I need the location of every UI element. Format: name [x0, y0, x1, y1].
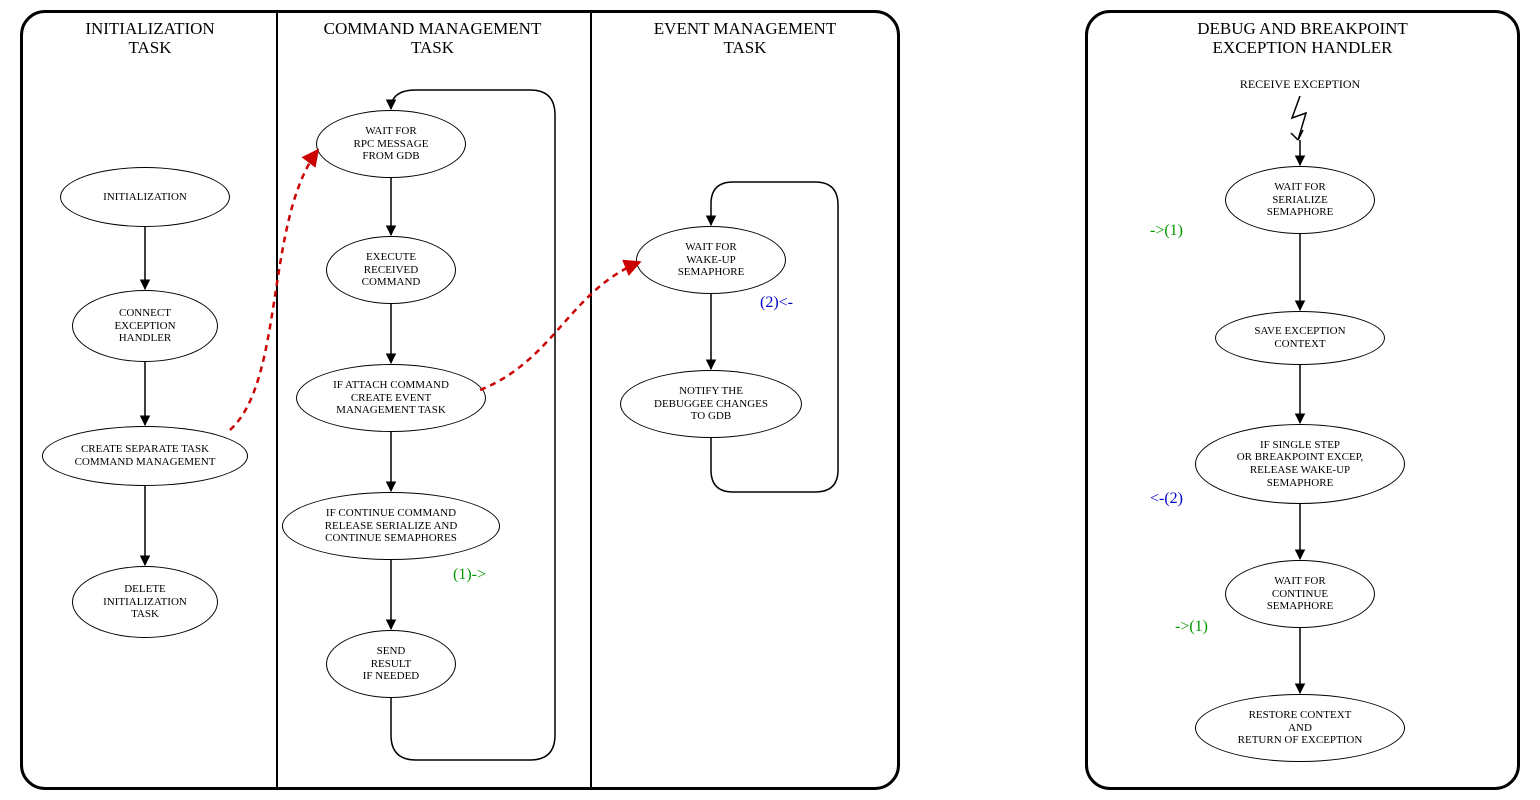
col-title-init: INITIALIZATION TASK — [30, 20, 270, 57]
col-divider-1 — [276, 13, 278, 787]
right-title: DEBUG AND BREAKPOINT EXCEPTION HANDLER — [1095, 20, 1510, 57]
marker-1-in-b: ->(1) — [1175, 618, 1208, 636]
right-panel — [1085, 10, 1520, 790]
node-init4: DELETE INITIALIZATION TASK — [72, 566, 218, 638]
node-cmd5: SEND RESULT IF NEEDED — [326, 630, 456, 698]
marker-1-out: (1)-> — [453, 566, 486, 584]
node-dbg3: IF SINGLE STEP OR BREAKPOINT EXCEP, RELE… — [1195, 424, 1405, 504]
node-cmd3: IF ATTACH COMMAND CREATE EVENT MANAGEMEN… — [296, 364, 486, 432]
col-title-cmd: COMMAND MANAGEMENT TASK — [280, 20, 585, 57]
node-dbg5: RESTORE CONTEXT AND RETURN OF EXCEPTION — [1195, 694, 1405, 762]
node-init1: INITIALIZATION — [60, 167, 230, 227]
col-divider-2 — [590, 13, 592, 787]
node-cmd1: WAIT FOR RPC MESSAGE FROM GDB — [316, 110, 466, 178]
node-dbg2: SAVE EXCEPTION CONTEXT — [1215, 311, 1385, 365]
node-cmd2: EXECUTE RECEIVED COMMAND — [326, 236, 456, 304]
marker-2-in: (2)<- — [760, 294, 793, 312]
node-init2: CONNECT EXCEPTION HANDLER — [72, 290, 218, 362]
node-cmd4: IF CONTINUE COMMAND RELEASE SERIALIZE AN… — [282, 492, 500, 560]
receive-exception-label: RECEIVE EXCEPTION — [1200, 78, 1400, 91]
marker-1-in-a: ->(1) — [1150, 222, 1183, 240]
node-evt2: NOTIFY THE DEBUGGEE CHANGES TO GDB — [620, 370, 802, 438]
node-evt1: WAIT FOR WAKE-UP SEMAPHORE — [636, 226, 786, 294]
node-init3: CREATE SEPARATE TASK COMMAND MANAGEMENT — [42, 426, 248, 486]
node-dbg4: WAIT FOR CONTINUE SEMAPHORE — [1225, 560, 1375, 628]
col-title-evt: EVENT MANAGEMENT TASK — [595, 20, 895, 57]
node-dbg1: WAIT FOR SERIALIZE SEMAPHORE — [1225, 166, 1375, 234]
marker-2-out: <-(2) — [1150, 490, 1183, 508]
